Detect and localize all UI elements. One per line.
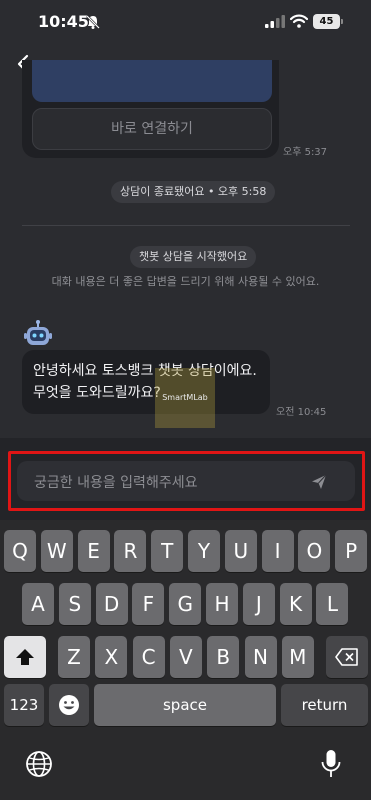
key[interactable]: F <box>132 583 165 625</box>
key[interactable]: J <box>242 583 275 625</box>
key[interactable]: Q <box>4 530 36 572</box>
key[interactable]: B <box>207 636 240 678</box>
key[interactable]: V <box>169 636 202 678</box>
key[interactable]: G <box>169 583 202 625</box>
bot-message-bubble: 안녕하세요 토스뱅크 챗봇 상담이에요. 무엇을 도와드릴까요? <box>22 350 270 414</box>
key[interactable]: D <box>95 583 128 625</box>
space-key[interactable]: space <box>94 684 276 726</box>
key[interactable]: T <box>151 530 184 572</box>
signal-icon <box>265 15 285 28</box>
backspace-icon <box>335 648 358 666</box>
key[interactable]: W <box>40 530 73 572</box>
divider <box>22 225 350 226</box>
message-timestamp: 오전 10:45 <box>276 407 327 418</box>
key[interactable]: E <box>77 530 110 572</box>
shift-icon <box>16 649 34 665</box>
key[interactable]: C <box>132 636 165 678</box>
emoji-icon <box>59 695 79 715</box>
key[interactable]: H <box>206 583 238 625</box>
bot-message-line: 무엇을 도와드릴까요? <box>33 385 161 401</box>
emoji-key[interactable] <box>49 684 89 726</box>
mic-icon[interactable] <box>320 749 342 779</box>
return-key[interactable]: return <box>281 684 368 726</box>
chatbot-started-badge: 챗봇 상담을 시작했어요 <box>130 246 257 268</box>
key[interactable]: R <box>114 530 147 572</box>
key[interactable]: K <box>279 583 312 625</box>
message-timestamp: 오후 5:37 <box>283 147 328 158</box>
numbers-key[interactable]: 123 <box>4 684 44 726</box>
key[interactable]: L <box>316 583 349 625</box>
globe-icon[interactable] <box>25 750 53 778</box>
key[interactable]: M <box>281 636 314 678</box>
watermark-logo: SmartMLab <box>155 368 215 428</box>
consult-ended-badge: 상담이 종료됐어요 • 오후 5:58 <box>111 181 276 203</box>
key[interactable]: S <box>58 583 91 625</box>
key[interactable]: I <box>261 530 294 572</box>
key[interactable]: X <box>95 636 128 678</box>
input-highlight-box <box>8 451 365 511</box>
wifi-icon <box>290 14 308 28</box>
status-bar: 10:45 45 <box>0 0 371 46</box>
privacy-notice: 대화 내용은 더 좋은 답변을 드리기 위해 사용될 수 있어요. <box>51 275 320 288</box>
card-primary-button[interactable] <box>32 60 272 102</box>
key[interactable]: A <box>22 583 54 625</box>
bot-message-line: 안녕하세요 토스뱅크 챗봇 상담이에요. <box>33 363 257 379</box>
robot-icon <box>24 320 52 345</box>
battery-indicator: 45 <box>313 14 340 29</box>
key[interactable]: O <box>298 530 331 572</box>
key[interactable]: P <box>335 530 368 572</box>
key[interactable]: Z <box>58 636 90 678</box>
shift-key[interactable] <box>4 636 46 678</box>
key[interactable]: U <box>224 530 257 572</box>
connect-now-button[interactable]: 바로 연결하기 <box>32 108 272 150</box>
bell-slash-icon <box>86 15 100 29</box>
backspace-key[interactable] <box>326 636 368 678</box>
key[interactable]: Y <box>188 530 220 572</box>
key[interactable]: N <box>244 636 277 678</box>
battery-tip <box>341 19 343 24</box>
status-time: 10:45 <box>38 12 89 31</box>
